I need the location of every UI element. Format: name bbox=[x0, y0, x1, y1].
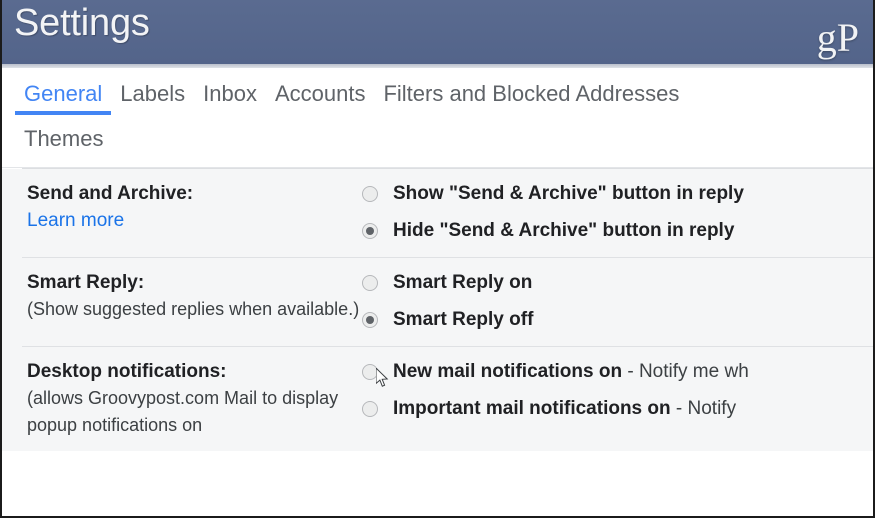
tab-filters-label: Filters and Blocked Addresses bbox=[383, 81, 680, 106]
radio-show-send-and-archive[interactable] bbox=[362, 186, 378, 202]
radio-hide-send-and-archive[interactable] bbox=[362, 223, 378, 239]
settings-window: Settings gP General Labels Inbox Account… bbox=[0, 0, 875, 518]
setting-title: Send and Archive: bbox=[27, 183, 194, 204]
setting-label-desktop-notifications: Desktop notifications: (allows Groovypos… bbox=[22, 358, 362, 439]
option-smart-reply-off[interactable]: Smart Reply off bbox=[362, 306, 873, 334]
option-label-strong: Hide "Send & Archive" button in reply bbox=[393, 220, 735, 241]
setting-label-smart-reply: Smart Reply: (Show suggested replies whe… bbox=[22, 269, 362, 323]
setting-label-send-and-archive: Send and Archive: Learn more bbox=[22, 180, 362, 235]
tab-labels[interactable]: Labels bbox=[111, 76, 194, 115]
setting-options-send-and-archive: Show "Send & Archive" button in reply Hi… bbox=[362, 180, 873, 245]
radio-smart-reply-on[interactable] bbox=[362, 275, 378, 291]
page-title: Settings bbox=[14, 2, 150, 44]
option-important-mail-notifications-on[interactable]: Important mail notifications on - Notify bbox=[362, 395, 873, 423]
setting-description: (Show suggested replies when available.) bbox=[27, 299, 360, 319]
option-smart-reply-on[interactable]: Smart Reply on bbox=[362, 269, 873, 297]
option-label: Show "Send & Archive" button in reply bbox=[393, 180, 744, 208]
option-new-mail-notifications-on[interactable]: New mail notifications on - Notify me wh bbox=[362, 358, 873, 386]
tabs-row-secondary: Themes bbox=[2, 121, 873, 160]
tab-active-underline bbox=[15, 111, 112, 115]
setting-row-send-and-archive: Send and Archive: Learn more Show "Send … bbox=[22, 169, 873, 258]
window-header: Settings gP bbox=[2, 0, 873, 64]
option-hide-send-and-archive[interactable]: Hide "Send & Archive" button in reply bbox=[362, 217, 873, 245]
radio-smart-reply-off[interactable] bbox=[362, 312, 378, 328]
option-label: Hide "Send & Archive" button in reply bbox=[393, 217, 734, 245]
option-label-strong: Show "Send & Archive" button in reply bbox=[393, 183, 744, 204]
tab-accounts-label: Accounts bbox=[274, 81, 366, 106]
setting-description: (allows Groovypost.com Mail to display p… bbox=[27, 388, 339, 435]
option-label: Smart Reply on bbox=[393, 269, 532, 297]
settings-content: Send and Archive: Learn more Show "Send … bbox=[2, 169, 873, 451]
tab-general[interactable]: General bbox=[15, 76, 112, 115]
option-label: Important mail notifications on - Notify bbox=[393, 395, 736, 423]
tab-accounts[interactable]: Accounts bbox=[266, 76, 375, 115]
option-show-send-and-archive[interactable]: Show "Send & Archive" button in reply bbox=[362, 180, 873, 208]
tabs-row-primary: General Labels Inbox Accounts Filters an… bbox=[2, 76, 873, 115]
option-label-strong: Important mail notifications on bbox=[393, 398, 671, 419]
setting-title: Smart Reply: bbox=[27, 272, 145, 293]
radio-important-mail-notifications-on[interactable] bbox=[362, 401, 378, 417]
option-label-strong: Smart Reply off bbox=[393, 309, 534, 330]
radio-new-mail-notifications-on[interactable] bbox=[362, 364, 378, 380]
settings-tabs: General Labels Inbox Accounts Filters an… bbox=[2, 68, 873, 169]
tab-themes-label: Themes bbox=[24, 126, 104, 151]
setting-options-desktop-notifications: New mail notifications on - Notify me wh… bbox=[362, 358, 873, 423]
tab-themes[interactable]: Themes bbox=[15, 121, 112, 160]
learn-more-link[interactable]: Learn more bbox=[27, 207, 362, 235]
tab-inbox[interactable]: Inbox bbox=[194, 76, 266, 115]
tab-general-label: General bbox=[24, 81, 103, 106]
option-label-normal: - Notify bbox=[670, 398, 737, 419]
setting-title: Desktop notifications: bbox=[27, 361, 227, 382]
option-label: Smart Reply off bbox=[393, 306, 533, 334]
groovypost-watermark-logo: gP bbox=[816, 15, 859, 60]
tab-inbox-label: Inbox bbox=[203, 81, 257, 106]
tab-labels-label: Labels bbox=[120, 81, 186, 106]
option-label-strong: New mail notifications on bbox=[393, 361, 623, 382]
setting-options-smart-reply: Smart Reply on Smart Reply off bbox=[362, 269, 873, 334]
setting-row-smart-reply: Smart Reply: (Show suggested replies whe… bbox=[22, 258, 873, 347]
option-label: New mail notifications on - Notify me wh bbox=[393, 358, 749, 386]
option-label-normal: - Notify me wh bbox=[622, 361, 749, 382]
setting-row-desktop-notifications: Desktop notifications: (allows Groovypos… bbox=[22, 347, 873, 451]
tab-filters-and-blocked-addresses[interactable]: Filters and Blocked Addresses bbox=[374, 76, 688, 115]
option-label-strong: Smart Reply on bbox=[393, 272, 533, 293]
